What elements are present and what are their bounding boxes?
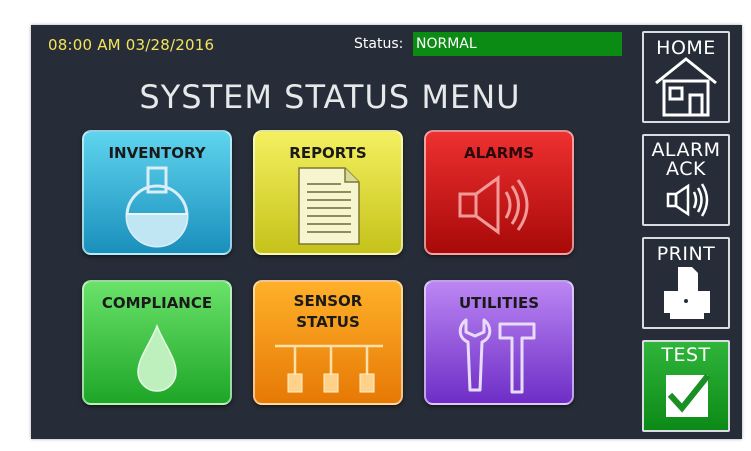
printer-icon bbox=[664, 267, 710, 319]
wrench-hammer-icon bbox=[458, 318, 536, 394]
status-label: Status: bbox=[354, 36, 404, 52]
alarm-ack-button[interactable]: ALARM ACK bbox=[642, 134, 730, 226]
status-indicator: NORMAL bbox=[413, 32, 622, 56]
sensor-status-button[interactable]: SENSOR STATUS bbox=[253, 280, 403, 405]
checkbox-checked-icon bbox=[666, 373, 711, 417]
utilities-button[interactable]: UTILITIES bbox=[424, 280, 574, 405]
test-button[interactable]: TEST bbox=[642, 340, 730, 432]
sensor-network-icon bbox=[275, 344, 383, 393]
speaker-icon bbox=[666, 183, 709, 217]
inventory-button[interactable]: INVENTORY bbox=[82, 130, 232, 255]
droplet-icon bbox=[137, 323, 177, 392]
flask-icon bbox=[125, 166, 189, 248]
alarms-button[interactable]: ALARMS bbox=[424, 130, 574, 255]
datetime-display: 08:00 AM 03/28/2016 bbox=[48, 36, 215, 54]
house-icon bbox=[655, 57, 717, 117]
compliance-button[interactable]: COMPLIANCE bbox=[82, 280, 232, 405]
page-title: SYSTEM STATUS MENU bbox=[139, 78, 521, 116]
print-button[interactable]: PRINT bbox=[642, 237, 730, 329]
document-icon bbox=[298, 167, 360, 245]
home-button[interactable]: HOME bbox=[642, 31, 730, 123]
reports-button[interactable]: REPORTS bbox=[253, 130, 403, 255]
speaker-alarm-icon bbox=[458, 175, 529, 235]
